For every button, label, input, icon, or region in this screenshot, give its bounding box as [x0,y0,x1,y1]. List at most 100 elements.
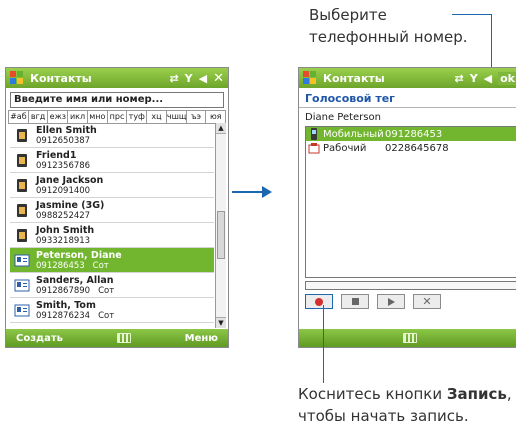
window-title: Контакты [30,71,92,85]
alpha-tab[interactable]: мно [88,111,108,123]
contact-number: 0912876234 [36,310,91,321]
alpha-tab[interactable]: ъэ [187,111,207,123]
number-value: 091286453 [385,128,443,140]
sim-contact-icon [14,128,30,143]
phone-number-row[interactable]: Рабочий 0228645678 [306,141,516,155]
contact-name: John Smith [36,224,95,236]
contact-name: Peterson, Diane [36,249,122,261]
connectivity-icon[interactable]: ⇄ [454,72,463,85]
title-bar: Контакты ⇄ Y ◀ ok [299,68,516,88]
callout-record-suffix: , [506,385,512,403]
phone-number-list: Мобильный 091286453 Рабочий 0228645678 [305,126,516,278]
create-softkey[interactable]: Создать [16,333,63,344]
volume-icon[interactable]: ◀ [484,72,492,85]
contact-row[interactable]: Jane Jackson 0912091400 [10,173,214,198]
alpha-tab[interactable]: юя [206,111,225,123]
number-value: 0228645678 [385,142,449,154]
close-icon[interactable]: ✕ [213,71,224,86]
page-title: Голосовой тег [299,88,516,108]
callout-line-2: телефонный номер. [309,28,468,46]
voice-tag-screen: Контакты ⇄ Y ◀ ok Голосовой тег Diane Pe… [298,67,516,348]
contact-number: 0912650387 [36,135,91,146]
scroll-up-icon[interactable]: ▲ [216,123,226,134]
alpha-tab[interactable]: чшщ [167,111,187,123]
contact-name: Jasmine (3G) [36,199,105,211]
stop-icon [351,298,359,305]
callout-select-number: Выберите телефонный номер. [309,4,468,48]
alpha-tab[interactable]: вгд [29,111,49,123]
contact-name: Ellen Smith [36,124,97,136]
contact-name: Diane Peterson [305,112,381,123]
record-button[interactable] [305,294,333,309]
play-button[interactable] [377,294,405,309]
contact-number: 0912867890 [36,285,91,296]
sim-contact-icon [14,178,30,193]
recording-controls: ✕ [305,294,441,309]
volume-icon[interactable]: ◀ [199,72,207,85]
signal-icon[interactable]: Y [185,72,193,85]
contact-number: 0933218913 [36,235,91,246]
window-title: Контакты [323,71,385,85]
sim-contact-icon [14,203,30,218]
contact-number: 0912091400 [36,185,91,196]
windows-start-icon[interactable] [10,71,24,85]
alpha-tab[interactable]: хц [147,111,167,123]
contact-row-selected[interactable]: Peterson, Diane 091286453 Сот [10,248,214,273]
mobile-phone-icon [308,128,320,140]
callout-line-1: Выберите [309,6,387,24]
title-bar: Контакты ⇄ Y ◀ ✕ [6,68,228,88]
contact-card-icon [14,278,30,293]
callout-line-horizontal [452,14,492,15]
scrollbar-thumb[interactable] [217,211,225,259]
callout-record-prefix: Коснитесь кнопки [298,385,447,403]
play-icon [387,297,395,306]
alphabet-filter-bar: #аб вгд ежз икл мно прс туф хц чшщ ъэ юя [8,110,226,124]
alpha-tab[interactable]: #аб [9,111,29,123]
contacts-screen: Контакты ⇄ Y ◀ ✕ Введите имя или номер..… [5,67,229,348]
contact-row[interactable]: Ellen Smith 0912650387 [10,123,214,148]
contact-row[interactable]: John Smith 0933218913 [10,223,214,248]
contact-row[interactable]: Friend1 0912356786 [10,148,214,173]
stop-button[interactable] [341,294,369,309]
contact-number: 091286453 [36,260,85,271]
number-label: Мобильный [323,128,384,140]
contact-card-icon [14,253,30,268]
alpha-tab[interactable]: ежз [48,111,69,123]
alpha-tab[interactable]: туф [127,111,148,123]
signal-icon[interactable]: Y [470,72,478,85]
contact-row[interactable]: Jasmine (3G) 0988252427 [10,198,214,223]
alpha-tab[interactable]: прс [108,111,128,123]
keyboard-icon[interactable] [116,333,131,343]
recording-progress-bar [305,281,516,290]
callout-record-line-2: чтобы начать запись. [298,407,469,425]
contact-name: Sanders, Allan [36,274,114,286]
work-phone-icon [308,142,320,154]
ok-button[interactable]: ok [498,71,516,85]
contact-list: Ellen Smith 0912650387 Friend1 0912356786 … [10,123,214,328]
contact-number: 0912356786 [36,160,91,171]
scroll-down-icon[interactable]: ▼ [216,317,226,328]
delete-button[interactable]: ✕ [413,294,441,309]
connectivity-icon[interactable]: ⇄ [169,72,178,85]
contact-row[interactable]: Sanders, Allan 0912867890 Сот [10,273,214,298]
contact-number: 0988252427 [36,210,91,221]
contact-name: Smith, Tom [36,299,96,311]
softkey-bar: Создать Меню [6,329,228,347]
search-input[interactable]: Введите имя или номер... [10,92,224,108]
phone-number-row-selected[interactable]: Мобильный 091286453 [306,127,516,141]
keyboard-icon[interactable] [403,333,417,343]
record-icon [315,297,323,306]
contact-number-type: Сот [98,310,115,321]
callout-line-record [323,305,324,383]
softkey-bar [299,329,516,347]
contact-number-type: Сот [92,260,109,271]
callout-record: Коснитесь кнопки Запись, чтобы начать за… [298,383,512,427]
contact-name: Friend1 [36,149,77,161]
delete-icon: ✕ [422,295,432,308]
sim-contact-icon [14,153,30,168]
menu-softkey[interactable]: Меню [185,333,218,344]
contact-list-scrollbar[interactable]: ▲ ▼ [215,123,226,328]
windows-start-icon[interactable] [303,71,317,85]
contact-row[interactable]: Smith, Tom 0912876234 Сот [10,298,214,323]
alpha-tab[interactable]: икл [68,111,88,123]
